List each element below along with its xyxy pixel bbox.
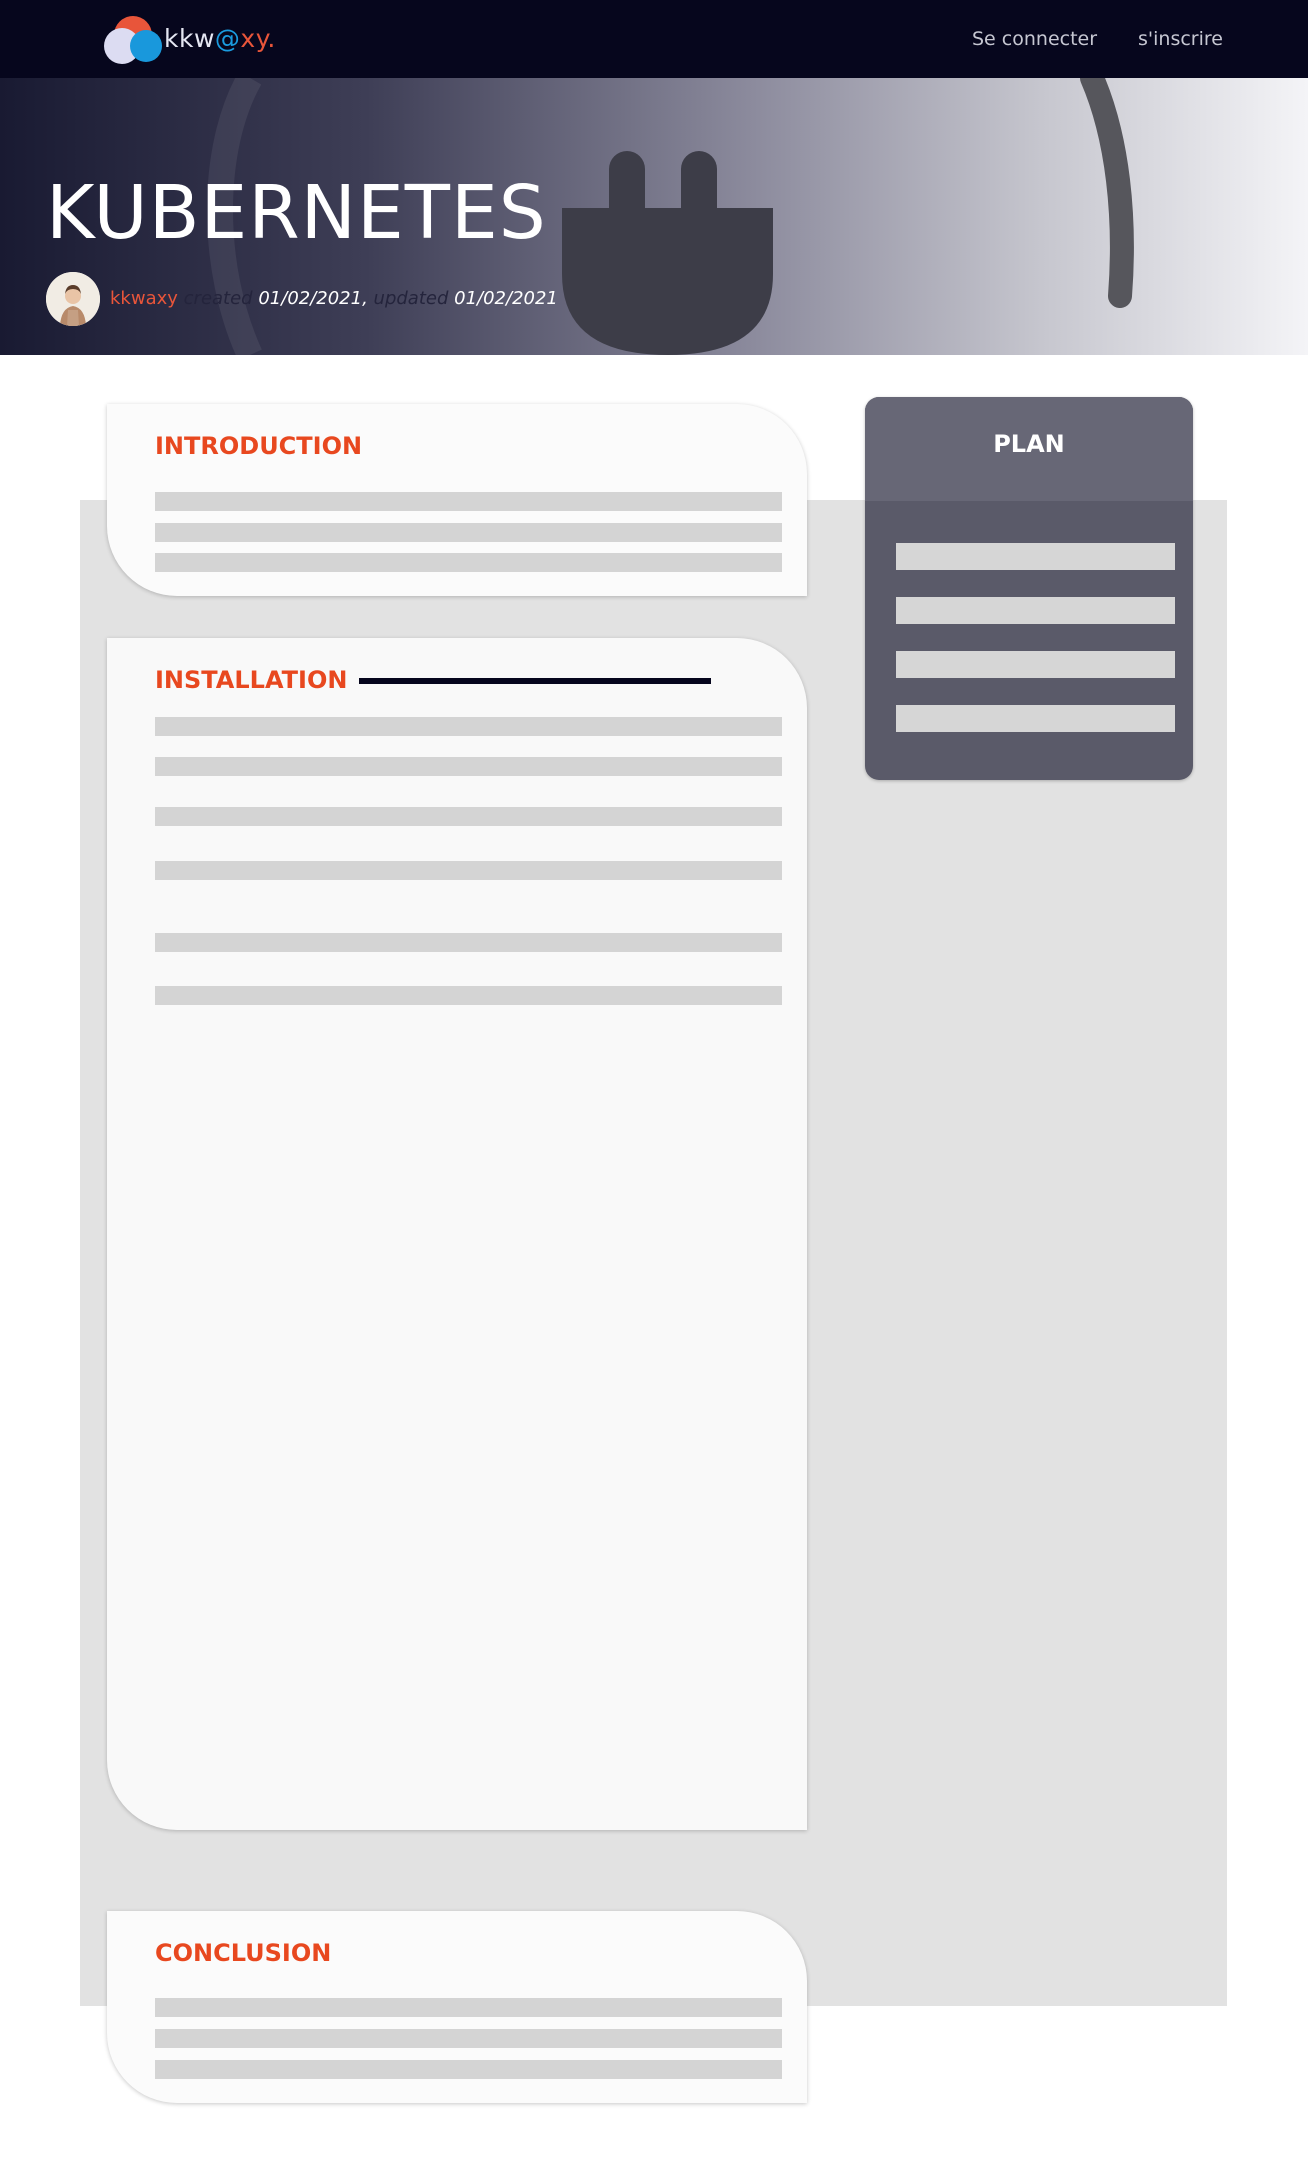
text-placeholder (155, 523, 782, 542)
text-placeholder (155, 2060, 782, 2079)
section-introduction: INTRODUCTION (107, 404, 807, 596)
text-placeholder (155, 2029, 782, 2048)
logo-text-part2: @ (214, 24, 241, 53)
author-name[interactable]: kkwaxy (110, 288, 178, 309)
section-conclusion: CONCLUSION (107, 1911, 807, 2103)
text-placeholder (155, 807, 782, 826)
section-title-conclusion: CONCLUSION (155, 1939, 332, 1967)
text-placeholder (155, 492, 782, 511)
site-logo[interactable]: kkw@xy. (104, 14, 276, 64)
text-placeholder (155, 1998, 782, 2017)
text-placeholder (155, 757, 782, 776)
logo-circle-blue (130, 30, 162, 62)
updated-label: updated (373, 288, 449, 309)
plan-item[interactable] (896, 651, 1175, 678)
login-link[interactable]: Se connecter (972, 28, 1097, 50)
created-date: 01/02/2021, (258, 288, 368, 309)
signup-link[interactable]: s'inscrire (1138, 28, 1223, 50)
article-meta: kkwaxy created 01/02/2021, updated 01/02… (110, 288, 558, 309)
logo-text: kkw@xy. (164, 24, 276, 53)
plan-item[interactable] (896, 597, 1175, 624)
text-placeholder (155, 717, 782, 736)
page-title: KUBERNETES (46, 170, 547, 256)
plan-item[interactable] (896, 705, 1175, 732)
avatar-portrait (46, 272, 100, 326)
text-placeholder (155, 861, 782, 880)
section-title-installation: INSTALLATION (155, 666, 348, 694)
avatar[interactable] (46, 272, 100, 326)
logo-text-part3: xy. (240, 24, 276, 53)
text-placeholder (155, 986, 782, 1005)
hero-banner: KUBERNETES kkwaxy created 01/02/2021, up… (0, 78, 1308, 355)
top-navbar: kkw@xy. Se connecter s'inscrire (0, 0, 1308, 78)
plan-panel: PLAN (865, 397, 1193, 780)
updated-date: 01/02/2021 (454, 288, 558, 309)
logo-text-part1: kkw (164, 24, 215, 53)
section-title-introduction: INTRODUCTION (155, 432, 363, 460)
plan-title: PLAN (993, 430, 1065, 458)
plan-item[interactable] (896, 543, 1175, 570)
section-installation: INSTALLATION (107, 638, 807, 1830)
text-placeholder (155, 553, 782, 572)
created-label: created (183, 288, 253, 309)
title-underline (359, 678, 711, 684)
text-placeholder (155, 933, 782, 952)
